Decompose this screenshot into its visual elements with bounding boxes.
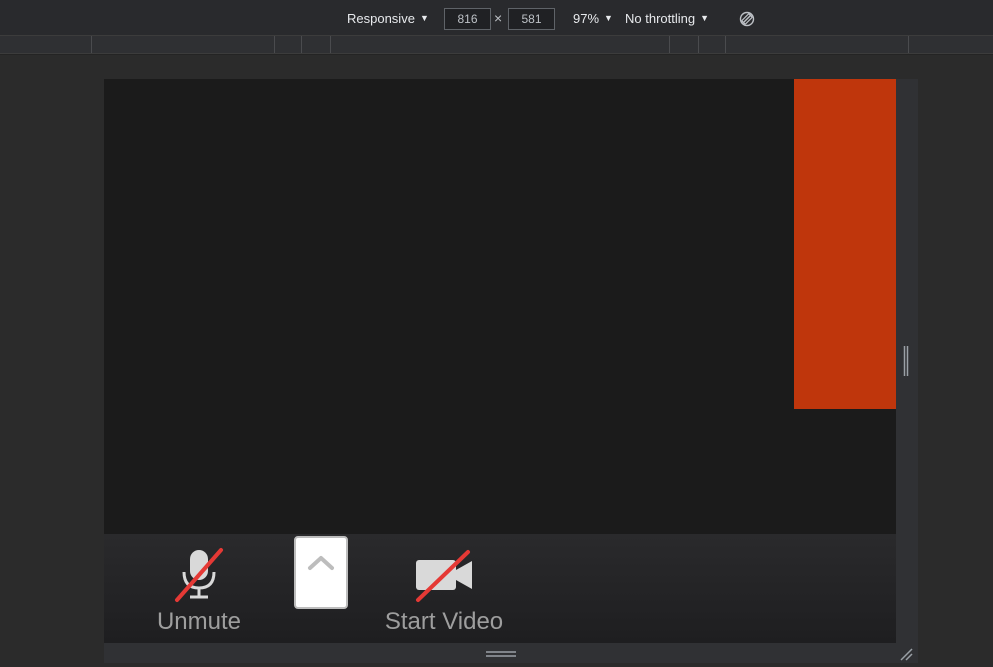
device-toolbar: Responsive ▼ 816 × 581 97% ▼ No throttling… bbox=[0, 0, 993, 36]
zoom-dropdown[interactable]: 97% ▼ bbox=[573, 10, 613, 28]
rotate-icon[interactable] bbox=[739, 11, 755, 27]
chevron-down-icon: ▼ bbox=[604, 13, 613, 23]
self-view-video bbox=[794, 79, 896, 409]
zoom-label: 97% bbox=[573, 11, 600, 26]
start-video-button[interactable]: Start Video bbox=[380, 544, 508, 636]
chevron-down-icon: ▼ bbox=[419, 13, 429, 23]
unmute-label: Unmute bbox=[156, 608, 242, 635]
resize-handle-bottom[interactable] bbox=[486, 650, 516, 658]
resize-handle-right[interactable] bbox=[903, 346, 909, 376]
unmute-button[interactable]: Unmute bbox=[154, 544, 244, 636]
meeting-control-bar: Unmute Start Video bbox=[104, 534, 896, 643]
resize-handle-corner[interactable] bbox=[899, 647, 913, 661]
media-query-ruler[interactable] bbox=[0, 36, 993, 54]
dimension-separator: × bbox=[494, 10, 503, 26]
chevron-down-icon: ▼ bbox=[700, 13, 710, 23]
audio-options-button[interactable] bbox=[294, 536, 348, 609]
device-screen: Unmute Start Video bbox=[104, 79, 896, 643]
height-input[interactable]: 581 bbox=[508, 8, 555, 30]
microphone-muted-icon bbox=[175, 548, 223, 602]
throttling-label: No throttling bbox=[625, 11, 696, 26]
device-mode-dropdown[interactable]: Responsive ▼ bbox=[347, 10, 429, 28]
video-camera-off-icon bbox=[416, 550, 472, 602]
chevron-up-icon bbox=[308, 556, 334, 570]
start-video-label: Start Video bbox=[384, 608, 504, 635]
width-input[interactable]: 816 bbox=[444, 8, 491, 30]
throttling-dropdown[interactable]: No throttling ▼ bbox=[625, 10, 709, 28]
device-mode-label: Responsive bbox=[347, 11, 415, 26]
